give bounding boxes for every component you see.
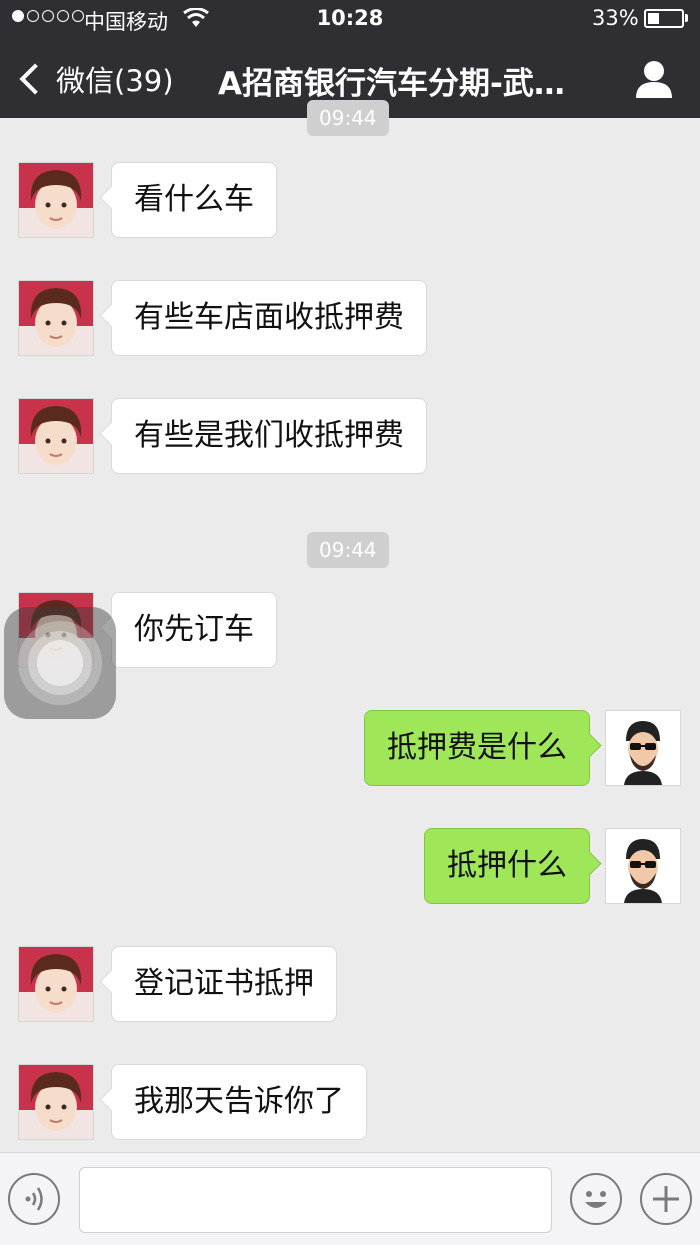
avatar[interactable] bbox=[18, 946, 94, 1022]
input-bar bbox=[0, 1152, 700, 1245]
message-bubble[interactable]: 有些是我们收抵押费 bbox=[111, 398, 427, 474]
battery-percent: 33% bbox=[592, 6, 639, 30]
avatar[interactable] bbox=[18, 280, 94, 356]
avatar[interactable] bbox=[605, 828, 681, 904]
time-badge: 09:44 bbox=[307, 100, 389, 136]
back-button[interactable]: 微信(39) bbox=[16, 58, 174, 100]
avatar[interactable] bbox=[605, 710, 681, 786]
message-bubble[interactable]: 抵押什么 bbox=[424, 828, 590, 904]
message-bubble[interactable]: 有些车店面收抵押费 bbox=[111, 280, 427, 356]
message-input[interactable] bbox=[79, 1167, 552, 1233]
message-bubble[interactable]: 抵押费是什么 bbox=[364, 710, 590, 786]
avatar[interactable] bbox=[18, 398, 94, 474]
emoji-icon[interactable] bbox=[570, 1173, 622, 1225]
plus-icon[interactable] bbox=[640, 1173, 692, 1225]
voice-icon[interactable] bbox=[8, 1173, 60, 1225]
assistive-touch-button[interactable] bbox=[4, 607, 116, 719]
message-bubble[interactable]: 我那天告诉你了 bbox=[111, 1064, 367, 1140]
message-bubble[interactable]: 你先订车 bbox=[111, 592, 277, 668]
message-bubble[interactable]: 登记证书抵押 bbox=[111, 946, 337, 1022]
avatar[interactable] bbox=[18, 162, 94, 238]
avatar[interactable] bbox=[18, 1064, 94, 1140]
time-badge: 09:44 bbox=[307, 532, 389, 568]
back-label: 微信(39) bbox=[56, 64, 174, 98]
status-bar: 中国移动 10:28 33% bbox=[0, 0, 700, 38]
chevron-left-icon bbox=[19, 63, 51, 95]
battery-tip bbox=[685, 14, 688, 22]
battery-icon bbox=[644, 9, 684, 28]
chat-title: A招商银行汽车分期-武… bbox=[218, 66, 565, 102]
person-icon[interactable] bbox=[634, 58, 674, 98]
message-bubble[interactable]: 看什么车 bbox=[111, 162, 277, 238]
